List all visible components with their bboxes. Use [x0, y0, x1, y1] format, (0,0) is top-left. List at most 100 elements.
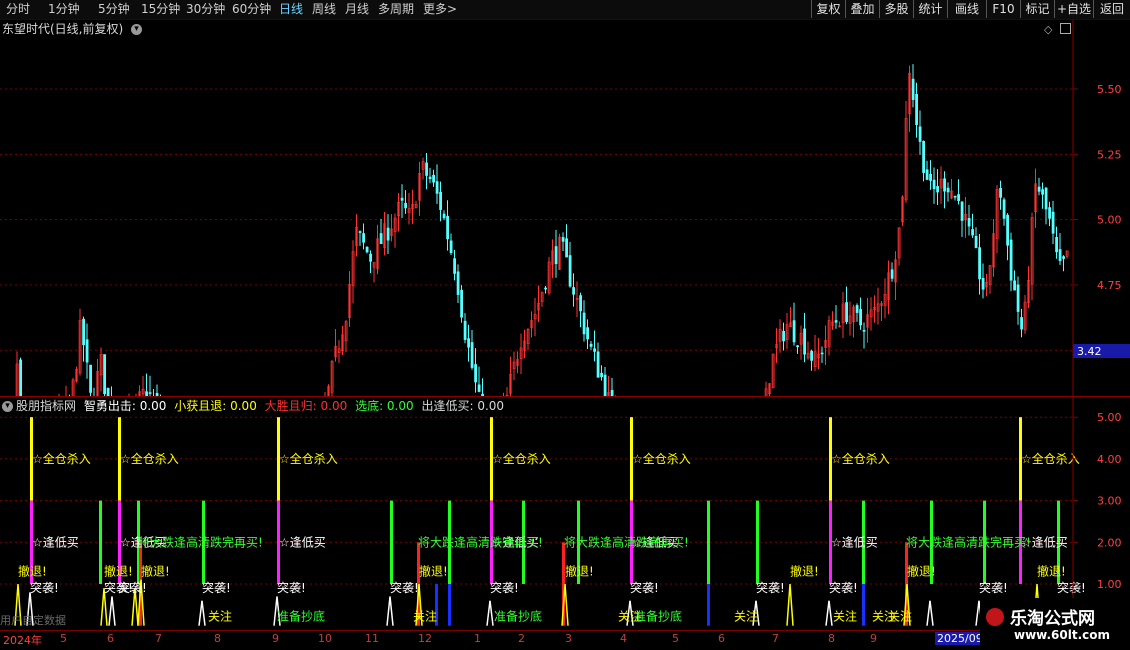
adjust-button[interactable]: 复权: [811, 0, 845, 18]
indicator-label: 撤退!: [141, 563, 170, 578]
candle-body: [1016, 284, 1020, 312]
candle-body: [544, 287, 548, 290]
y-tick-label: 1.00: [1097, 578, 1122, 591]
indicator-label: 撤退!: [419, 563, 448, 578]
candle-body: [404, 202, 408, 209]
period-60min[interactable]: 60分钟: [232, 1, 271, 18]
indicator-label: 撤退!: [18, 563, 47, 578]
candle-body: [369, 253, 373, 262]
period-multi[interactable]: 多周期: [378, 1, 414, 18]
candle-body: [999, 188, 1003, 198]
candle-body: [456, 271, 460, 295]
back-button[interactable]: 返回: [1093, 0, 1130, 18]
candle-body: [1041, 189, 1045, 195]
candle-body: [477, 384, 481, 392]
x-label: 1: [474, 632, 481, 645]
candle-body: [572, 287, 576, 295]
period-daily[interactable]: 日线: [279, 1, 303, 18]
x-label: 10: [318, 632, 332, 645]
indicator-label: ☆全仓杀入: [32, 451, 91, 466]
candle-body: [467, 338, 471, 348]
candle-body: [932, 179, 936, 190]
period-1min[interactable]: 1分钟: [48, 1, 80, 18]
indicator-label: ☆全仓杀入: [1021, 451, 1080, 466]
period-monthly[interactable]: 月线: [345, 1, 369, 18]
more-label: 更多: [423, 2, 448, 16]
x-label: 8: [214, 632, 221, 645]
stats-button[interactable]: 统计: [913, 0, 947, 18]
candle-body: [929, 173, 933, 181]
add-watchlist-button[interactable]: +自选: [1054, 0, 1093, 18]
candle-body: [400, 197, 404, 201]
signal-spike: [825, 600, 833, 626]
period-intraday[interactable]: 分时: [6, 1, 30, 18]
y-tick-label: 5.50: [1097, 83, 1122, 96]
period-more[interactable]: 更多>: [423, 1, 457, 18]
candle-body: [782, 330, 786, 342]
x-label: 9: [870, 632, 877, 645]
mark-button[interactable]: 标记: [1020, 0, 1054, 18]
candle-body: [967, 218, 971, 227]
indicator-label: ☆逢低买: [32, 535, 79, 549]
candle-body: [1002, 199, 1006, 219]
watermark: 乐淘公式网 www.60lt.com: [980, 598, 1130, 650]
indicator-label: 突袭!: [979, 580, 1008, 595]
period-weekly[interactable]: 周线: [312, 1, 336, 18]
overlay-button[interactable]: 叠加: [845, 0, 879, 18]
indicator-bar: [756, 500, 759, 584]
indicator-label: 将大跌逢高清跌完再买!: [418, 534, 543, 549]
candle-body: [474, 364, 478, 383]
indicator-label: 将大跌逢高清跌完再买!: [564, 534, 689, 549]
candle-body: [565, 238, 569, 258]
candle-body: [915, 94, 919, 125]
indicator-label: 关注: [734, 609, 758, 624]
indicator-bar: [99, 500, 102, 584]
indicator-label: 突袭!: [202, 580, 231, 595]
candle-body: [1037, 186, 1041, 192]
candle-body: [589, 343, 593, 347]
watermark-title: 乐淘公式网: [1010, 609, 1095, 629]
candle-body: [593, 348, 597, 352]
indicator-label: 将大跌逢高清跌完再买!: [138, 534, 263, 549]
y-tick-label: 5.00: [1097, 214, 1122, 227]
x-label: 6: [718, 632, 725, 645]
candle-body: [936, 186, 940, 193]
indicator-label: 突袭!: [30, 580, 59, 595]
candle-body: [1048, 207, 1052, 219]
indicator-label: 撤退!: [907, 563, 936, 578]
y-tick-label: 5.00: [1097, 411, 1122, 424]
candle-body: [582, 312, 586, 335]
candle-body: [561, 237, 565, 242]
period-15min[interactable]: 15分钟: [141, 1, 180, 18]
x-label: 7: [772, 632, 779, 645]
f10-button[interactable]: F10: [986, 0, 1020, 18]
multi-stock-button[interactable]: 多股: [879, 0, 913, 18]
candle-body: [925, 169, 929, 180]
candle-body: [1055, 237, 1059, 253]
draw-button[interactable]: 画线: [947, 0, 986, 18]
x-label: 8: [828, 632, 835, 645]
candle-body: [379, 233, 383, 245]
candle-body: [946, 187, 950, 193]
y-tick-label: 2.00: [1097, 536, 1122, 549]
candle-body: [603, 374, 607, 397]
candle-body: [803, 328, 807, 355]
x-label: 4: [620, 632, 627, 645]
candle-body: [943, 178, 947, 192]
candle-body: [554, 246, 558, 265]
period-toolbar: 分时 1分钟 5分钟 15分钟 30分钟 60分钟 日线 周线 月线 多周期 更…: [0, 0, 1130, 20]
x-label: 5: [60, 632, 67, 645]
candle-body: [148, 392, 152, 394]
candle-body: [103, 354, 107, 394]
period-5min[interactable]: 5分钟: [98, 1, 130, 18]
candle-body: [796, 345, 800, 347]
x-label: 2024年: [3, 634, 42, 647]
candle-body: [859, 309, 863, 326]
candle-body: [453, 258, 457, 274]
period-30min[interactable]: 30分钟: [186, 1, 225, 18]
watermark-url: www.60lt.com: [1014, 628, 1111, 642]
candle-body: [1009, 239, 1013, 281]
candle-body: [960, 201, 964, 221]
candle-body: [82, 318, 86, 346]
candle-body: [792, 320, 796, 343]
